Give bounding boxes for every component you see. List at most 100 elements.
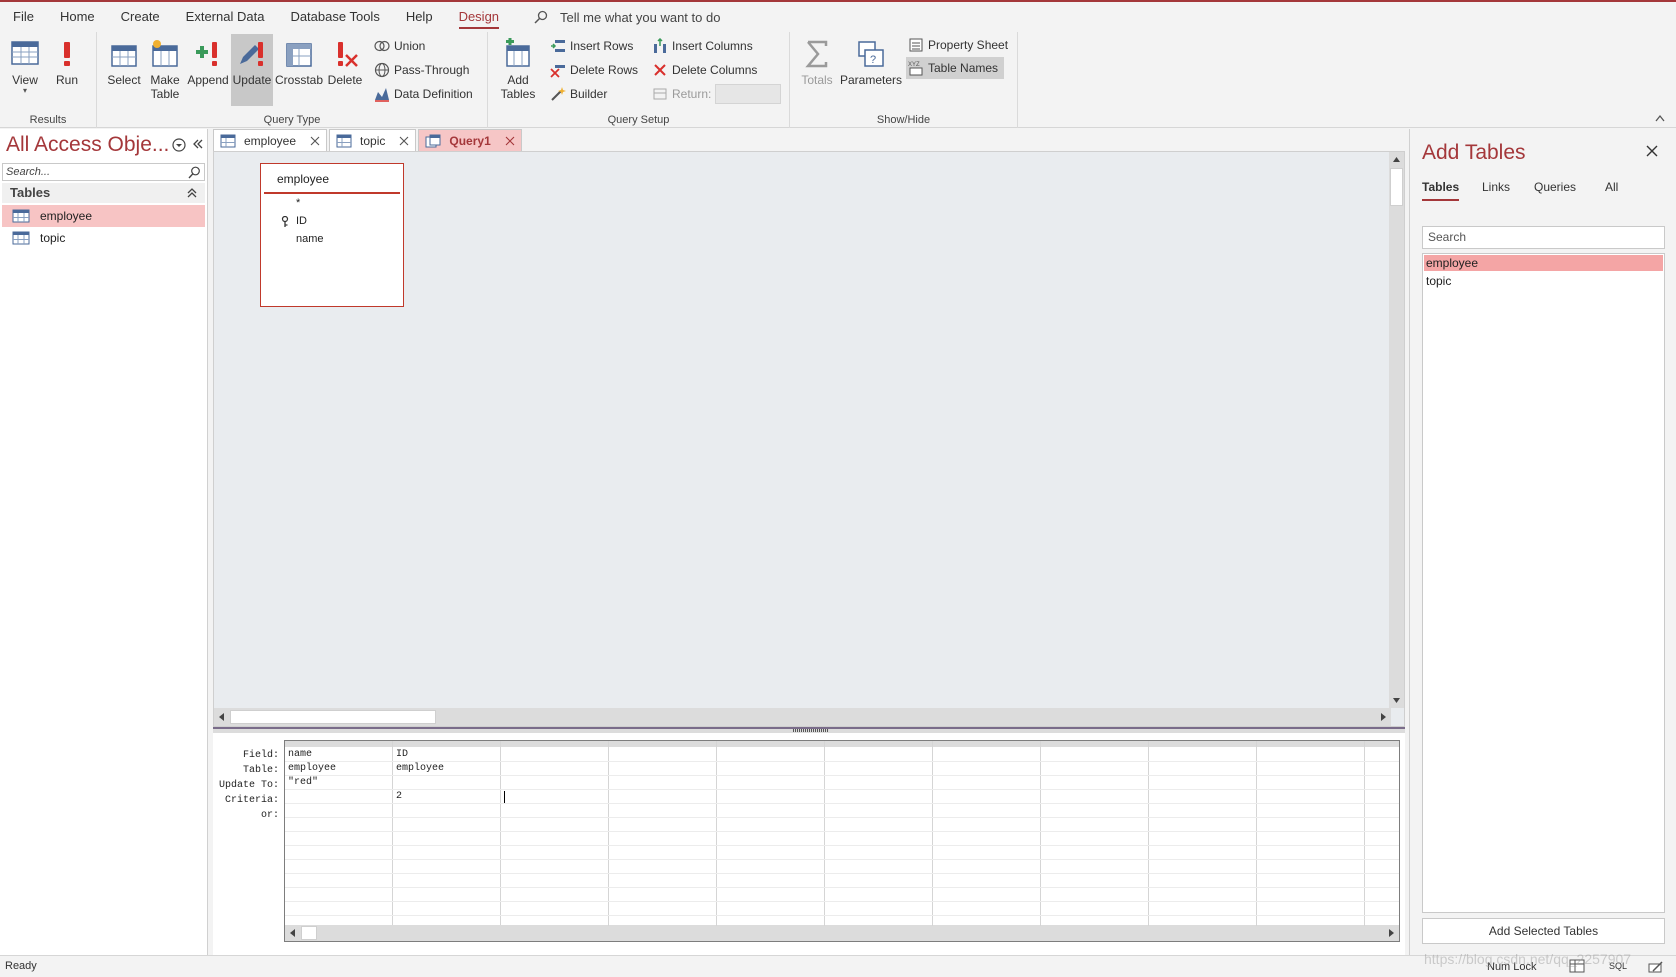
nav-section-tables[interactable]: Tables (2, 183, 205, 203)
pass-through-button[interactable]: Pass-Through (374, 59, 469, 81)
search-icon[interactable] (188, 166, 201, 179)
add-list-item-employee[interactable]: employee (1424, 255, 1663, 271)
cell-field[interactable]: ID (396, 749, 408, 760)
insert-rows-button[interactable]: Insert Rows (550, 35, 633, 57)
view-button[interactable]: View ▾ (6, 34, 44, 106)
menu-home[interactable]: Home (47, 2, 108, 32)
menu-design[interactable]: Design (446, 2, 512, 32)
builder-button[interactable]: Builder (550, 83, 607, 105)
cell-update-to[interactable]: "red" (288, 777, 318, 788)
grid-row-labels: Field: Table: Update To: Criteria: or: (213, 748, 279, 823)
insert-columns-button[interactable]: Insert Columns (652, 35, 753, 57)
append-button[interactable]: Append (187, 34, 229, 106)
cell-criteria[interactable]: 2 (396, 791, 402, 802)
add-selected-tables-button[interactable]: Add Selected Tables (1422, 918, 1665, 944)
menu-file[interactable]: File (0, 2, 47, 32)
close-icon[interactable] (505, 136, 515, 146)
add-tab-all[interactable]: All (1605, 180, 1618, 194)
cell-table[interactable]: employee (396, 763, 444, 774)
add-tables-list[interactable]: employee topic (1422, 253, 1665, 913)
add-tables-search-input[interactable]: Search (1422, 226, 1665, 249)
field-name[interactable]: name (296, 233, 324, 245)
close-icon[interactable] (310, 136, 320, 146)
nav-search-input[interactable]: Search... (2, 163, 205, 181)
field-id[interactable]: ID (296, 215, 307, 227)
sigma-icon (805, 40, 828, 68)
nav-item-topic[interactable]: topic (2, 227, 205, 249)
employee-field-list[interactable]: employee * ID name (260, 163, 404, 307)
nav-pane-title[interactable]: All Access Obje... (6, 133, 169, 157)
design-view-icon[interactable] (1648, 959, 1664, 973)
add-list-item-topic[interactable]: topic (1424, 273, 1663, 289)
add-tables-button[interactable]: Add Tables (496, 34, 540, 106)
grid-column-empty[interactable] (933, 741, 1041, 926)
grid-horizontal-scrollbar[interactable] (285, 925, 1399, 941)
tab-label: employee (244, 133, 297, 148)
ribbon: View ▾ Run Results Select Make Table App… (0, 32, 1676, 128)
add-tab-tables[interactable]: Tables (1422, 180, 1460, 201)
scroll-left-icon[interactable] (288, 928, 298, 938)
horizontal-scroll-thumb[interactable] (230, 710, 436, 724)
tab-topic[interactable]: topic (329, 129, 417, 151)
grid-column-empty[interactable] (1257, 741, 1365, 926)
tab-employee[interactable]: employee (213, 129, 328, 151)
table-names-button[interactable]: XYZ Table Names (906, 57, 1005, 79)
grid-column-empty[interactable] (609, 741, 717, 926)
cell-table[interactable]: employee (288, 763, 336, 774)
upper-horizontal-scrollbar[interactable] (214, 708, 1391, 726)
delete-query-button[interactable]: Delete (325, 34, 365, 106)
property-sheet-button[interactable]: Property Sheet (908, 34, 1008, 56)
splitter-grip[interactable] (793, 729, 829, 732)
delete-rows-button[interactable]: Delete Rows (550, 59, 638, 81)
close-icon[interactable] (1646, 145, 1658, 157)
crosstab-button[interactable]: Crosstab (275, 34, 323, 106)
update-pencil-icon (240, 42, 263, 66)
data-definition-button[interactable]: Data Definition (374, 83, 473, 105)
field-list-title[interactable]: employee (264, 164, 400, 194)
grid-column-empty[interactable] (1041, 741, 1149, 926)
select-query-icon (111, 45, 137, 67)
add-tab-queries[interactable]: Queries (1534, 180, 1576, 194)
delete-columns-button[interactable]: Delete Columns (652, 59, 757, 81)
menu-external-data[interactable]: External Data (173, 2, 278, 32)
collapse-ribbon-icon[interactable] (1654, 113, 1666, 123)
menu-database-tools[interactable]: Database Tools (277, 2, 392, 32)
query-design-upper-pane[interactable]: employee * ID name (213, 151, 1405, 727)
query-icon (425, 134, 441, 147)
field-star[interactable]: * (296, 197, 300, 209)
tell-me-box[interactable]: Tell me what you want to do (534, 10, 720, 25)
close-icon[interactable] (399, 136, 409, 146)
scroll-up-icon[interactable] (1391, 154, 1402, 165)
design-grid[interactable]: name employee "red" ID employee 2 (284, 740, 1400, 942)
grid-column-empty[interactable] (717, 741, 825, 926)
scroll-right-icon[interactable] (1386, 928, 1396, 938)
grid-column-empty[interactable] (501, 741, 609, 926)
nav-item-employee[interactable]: employee (2, 205, 205, 227)
scroll-right-icon[interactable] (1378, 712, 1388, 722)
update-button[interactable]: Update (231, 34, 273, 106)
make-table-button[interactable]: Make Table (146, 34, 184, 106)
upper-vertical-scrollbar[interactable] (1389, 152, 1404, 708)
grid-column-2[interactable]: ID employee 2 (393, 741, 501, 926)
union-label: Union (394, 39, 426, 53)
nav-menu-dropdown-icon[interactable] (172, 138, 186, 152)
scroll-down-icon[interactable] (1391, 695, 1402, 706)
run-button[interactable]: Run (50, 34, 84, 106)
grid-column-empty[interactable] (825, 741, 933, 926)
vertical-scroll-thumb[interactable] (1390, 168, 1403, 206)
add-tab-links[interactable]: Links (1482, 180, 1510, 194)
grid-column-1[interactable]: name employee "red" (285, 741, 393, 926)
grid-column-empty[interactable] (1365, 741, 1399, 926)
cell-field[interactable]: name (288, 749, 312, 760)
watermark-text: https://blog.csdn.net/qq_2257907 (1424, 951, 1632, 967)
tab-query1[interactable]: Query1 (418, 129, 522, 151)
scroll-left-icon[interactable] (217, 712, 227, 722)
menu-create[interactable]: Create (108, 2, 173, 32)
grid-scroll-thumb[interactable] (301, 926, 317, 940)
select-query-button[interactable]: Select (105, 34, 143, 106)
union-button[interactable]: Union (374, 35, 425, 57)
grid-column-empty[interactable] (1149, 741, 1257, 926)
parameters-button[interactable]: ? Parameters (840, 34, 902, 106)
menu-help[interactable]: Help (393, 2, 446, 32)
nav-collapse-icon[interactable] (192, 138, 204, 150)
